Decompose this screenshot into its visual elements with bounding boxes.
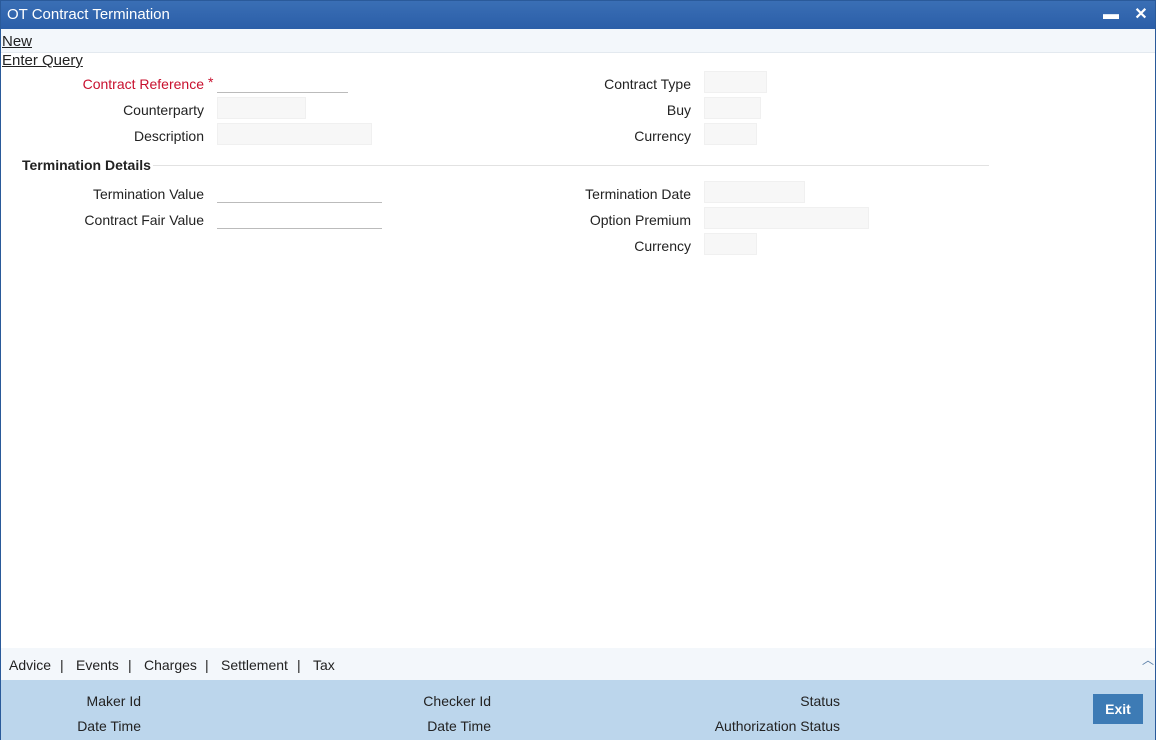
authorization-status-label: Authorization Status	[714, 718, 840, 734]
description-label: Description	[133, 128, 204, 144]
maker-date-time-label: Date Time	[77, 718, 141, 734]
contract-type-field	[704, 71, 767, 93]
description-field	[217, 123, 372, 145]
minimize-icon[interactable]: ▬	[1101, 5, 1121, 25]
title-bar: OT Contract Termination ▬ ✕	[1, 1, 1155, 29]
subsystem-tab-bar: Advice | Events | Charges | Settlement |…	[1, 648, 1155, 680]
chevron-up-icon[interactable]: ︿	[1142, 651, 1154, 668]
termination-currency-field	[704, 233, 757, 255]
section-divider	[153, 165, 989, 166]
close-icon[interactable]: ✕	[1131, 5, 1151, 25]
tab-events[interactable]: Events	[76, 657, 119, 673]
option-premium-field	[704, 207, 869, 229]
termination-value-input[interactable]	[217, 181, 382, 203]
tab-separator: |	[128, 657, 132, 673]
maker-id-label: Maker Id	[86, 693, 141, 709]
currency-label: Currency	[634, 128, 691, 144]
window-title: OT Contract Termination	[7, 6, 170, 23]
status-label: Status	[800, 693, 840, 709]
tab-separator: |	[60, 657, 64, 673]
termination-currency-label: Currency	[634, 238, 691, 254]
contract-reference-label: Contract Reference	[82, 76, 204, 92]
buy-label: Buy	[666, 102, 691, 118]
contract-fair-value-label: Contract Fair Value	[84, 212, 204, 228]
contract-type-label: Contract Type	[604, 76, 691, 92]
enter-query-link[interactable]: Enter Query	[2, 52, 83, 69]
option-premium-label: Option Premium	[589, 212, 691, 228]
termination-date-label: Termination Date	[585, 186, 691, 202]
contract-reference-input[interactable]	[217, 71, 348, 93]
new-link[interactable]: New	[2, 33, 32, 50]
required-asterisk: *	[208, 74, 214, 90]
tab-advice[interactable]: Advice	[9, 657, 51, 673]
termination-date-field	[704, 181, 805, 203]
checker-id-label: Checker Id	[423, 693, 491, 709]
contract-fair-value-input[interactable]	[217, 207, 382, 229]
tab-separator: |	[297, 657, 301, 673]
tab-settlement[interactable]: Settlement	[221, 657, 288, 673]
counterparty-field	[217, 97, 306, 119]
tab-charges[interactable]: Charges	[144, 657, 197, 673]
checker-date-time-label: Date Time	[427, 718, 491, 734]
buy-field	[704, 97, 761, 119]
termination-value-label: Termination Value	[92, 186, 204, 202]
tab-tax[interactable]: Tax	[313, 657, 335, 673]
counterparty-label: Counterparty	[123, 102, 204, 118]
ot-contract-termination-window: OT Contract Termination ▬ ✕ New Enter Qu…	[0, 0, 1156, 740]
audit-footer: Maker Id Date Time Checker Id Date Time …	[1, 680, 1155, 740]
termination-details-heading: Termination Details	[22, 157, 151, 173]
toolbar	[1, 29, 1155, 53]
currency-field	[704, 123, 757, 145]
exit-button[interactable]: Exit	[1093, 694, 1143, 724]
tab-separator: |	[205, 657, 209, 673]
